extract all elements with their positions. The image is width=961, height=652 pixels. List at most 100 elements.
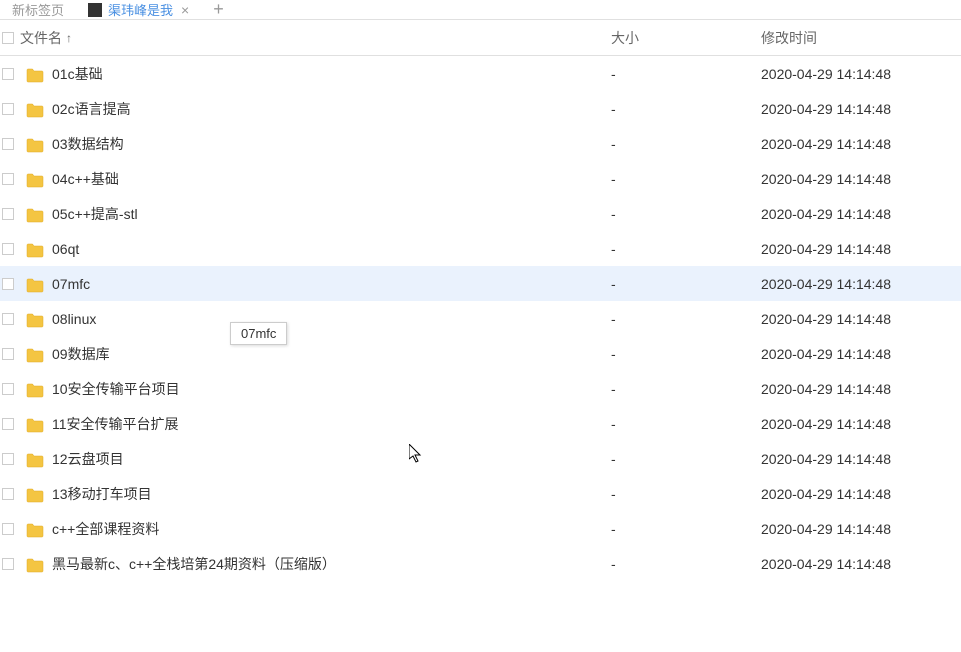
tab-active-label: 渠玮峰是我: [108, 0, 173, 19]
file-size: -: [611, 171, 761, 187]
file-size: -: [611, 136, 761, 152]
row-checkbox[interactable]: [2, 558, 14, 570]
file-date: 2020-04-29 14:14:48: [761, 136, 961, 152]
tab-icon: [88, 3, 102, 17]
file-size: -: [611, 206, 761, 222]
file-date: 2020-04-29 14:14:48: [761, 416, 961, 432]
table-row[interactable]: 12云盘项目-2020-04-29 14:14:48: [0, 441, 961, 476]
file-name: 10安全传输平台项目: [52, 379, 611, 399]
column-header-name[interactable]: 文件名 ↑: [16, 28, 611, 48]
folder-icon: [26, 102, 44, 116]
file-size: -: [611, 451, 761, 467]
file-date: 2020-04-29 14:14:48: [761, 276, 961, 292]
folder-icon: [26, 417, 44, 431]
folder-icon: [26, 67, 44, 81]
column-size-label: 大小: [611, 30, 639, 46]
table-row[interactable]: 06qt-2020-04-29 14:14:48: [0, 231, 961, 266]
folder-icon: [26, 522, 44, 536]
table-row[interactable]: 05c++提高-stl-2020-04-29 14:14:48: [0, 196, 961, 231]
file-date: 2020-04-29 14:14:48: [761, 381, 961, 397]
column-name-label: 文件名: [20, 28, 62, 48]
file-size: -: [611, 521, 761, 537]
file-size: -: [611, 381, 761, 397]
file-size: -: [611, 556, 761, 572]
table-row[interactable]: 13移动打车项目-2020-04-29 14:14:48: [0, 476, 961, 511]
file-date: 2020-04-29 14:14:48: [761, 346, 961, 362]
folder-icon: [26, 452, 44, 466]
folder-icon: [26, 137, 44, 151]
select-all-checkbox[interactable]: [2, 32, 14, 44]
column-header-size[interactable]: 大小: [611, 28, 761, 48]
file-name: 黑马最新c、c++全栈培第24期资料（压缩版）: [52, 554, 611, 574]
file-name: 12云盘项目: [52, 449, 611, 469]
tab-new-label: 新标签页: [12, 0, 64, 19]
file-name: 03数据结构: [52, 134, 611, 154]
table-row[interactable]: 02c语言提高-2020-04-29 14:14:48: [0, 91, 961, 126]
close-icon[interactable]: ×: [181, 2, 189, 18]
file-size: -: [611, 346, 761, 362]
file-name: 05c++提高-stl: [52, 204, 611, 224]
file-size: -: [611, 276, 761, 292]
folder-icon: [26, 242, 44, 256]
row-checkbox[interactable]: [2, 523, 14, 535]
table-row[interactable]: c++全部课程资料-2020-04-29 14:14:48: [0, 511, 961, 546]
folder-icon: [26, 312, 44, 326]
table-row[interactable]: 03数据结构-2020-04-29 14:14:48: [0, 126, 961, 161]
row-checkbox[interactable]: [2, 488, 14, 500]
row-checkbox[interactable]: [2, 173, 14, 185]
folder-icon: [26, 172, 44, 186]
file-name: 13移动打车项目: [52, 484, 611, 504]
file-date: 2020-04-29 14:14:48: [761, 451, 961, 467]
folder-icon: [26, 347, 44, 361]
folder-icon: [26, 557, 44, 571]
folder-icon: [26, 277, 44, 291]
file-date: 2020-04-29 14:14:48: [761, 66, 961, 82]
file-name: 08linux: [52, 311, 611, 327]
table-row[interactable]: 10安全传输平台项目-2020-04-29 14:14:48: [0, 371, 961, 406]
tab-active[interactable]: 渠玮峰是我 ×: [76, 1, 201, 19]
file-date: 2020-04-29 14:14:48: [761, 486, 961, 502]
table-header: 文件名 ↑ 大小 修改时间: [0, 20, 961, 56]
folder-icon: [26, 382, 44, 396]
row-checkbox[interactable]: [2, 453, 14, 465]
folder-icon: [26, 207, 44, 221]
tab-new[interactable]: 新标签页: [0, 1, 76, 19]
table-row[interactable]: 11安全传输平台扩展-2020-04-29 14:14:48: [0, 406, 961, 441]
row-checkbox[interactable]: [2, 348, 14, 360]
table-row[interactable]: 黑马最新c、c++全栈培第24期资料（压缩版）-2020-04-29 14:14…: [0, 546, 961, 581]
table-row[interactable]: 04c++基础-2020-04-29 14:14:48: [0, 161, 961, 196]
row-checkbox[interactable]: [2, 68, 14, 80]
row-checkbox[interactable]: [2, 278, 14, 290]
file-name: 07mfc: [52, 276, 611, 292]
row-checkbox[interactable]: [2, 103, 14, 115]
new-tab-button[interactable]: +: [201, 0, 236, 20]
tabs-bar: 新标签页 渠玮峰是我 × +: [0, 0, 961, 20]
file-date: 2020-04-29 14:14:48: [761, 171, 961, 187]
file-name: 06qt: [52, 241, 611, 257]
file-list: 01c基础-2020-04-29 14:14:4802c语言提高-2020-04…: [0, 56, 961, 581]
sort-arrow-icon: ↑: [66, 31, 72, 45]
row-checkbox[interactable]: [2, 138, 14, 150]
file-size: -: [611, 311, 761, 327]
file-date: 2020-04-29 14:14:48: [761, 311, 961, 327]
column-header-date[interactable]: 修改时间: [761, 28, 961, 48]
row-checkbox[interactable]: [2, 243, 14, 255]
row-checkbox[interactable]: [2, 383, 14, 395]
file-date: 2020-04-29 14:14:48: [761, 101, 961, 117]
file-date: 2020-04-29 14:14:48: [761, 556, 961, 572]
file-name: 04c++基础: [52, 169, 611, 189]
table-row[interactable]: 08linux-2020-04-29 14:14:48: [0, 301, 961, 336]
folder-icon: [26, 487, 44, 501]
file-size: -: [611, 416, 761, 432]
table-row[interactable]: 07mfc-2020-04-29 14:14:48: [0, 266, 961, 301]
file-name: 11安全传输平台扩展: [52, 414, 611, 434]
file-name: 09数据库: [52, 344, 611, 364]
row-checkbox[interactable]: [2, 313, 14, 325]
row-checkbox[interactable]: [2, 208, 14, 220]
file-date: 2020-04-29 14:14:48: [761, 206, 961, 222]
file-date: 2020-04-29 14:14:48: [761, 241, 961, 257]
row-checkbox[interactable]: [2, 418, 14, 430]
table-row[interactable]: 09数据库-2020-04-29 14:14:48: [0, 336, 961, 371]
file-size: -: [611, 66, 761, 82]
table-row[interactable]: 01c基础-2020-04-29 14:14:48: [0, 56, 961, 91]
